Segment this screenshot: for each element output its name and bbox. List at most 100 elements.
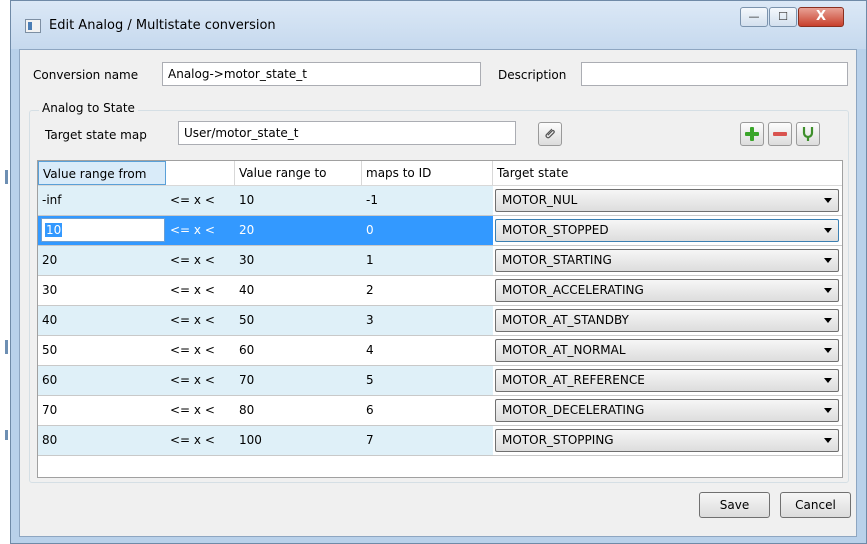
maximize-button[interactable]: ☐ [769,7,797,27]
target-state-value: MOTOR_STOPPED [502,223,609,237]
value-to-cell[interactable]: 80 [235,396,362,425]
attach-button[interactable] [538,122,562,146]
dropdown-arrow-icon [824,438,832,443]
table-header: Value range from Value range to maps to … [38,161,842,186]
tuning-fork-icon [802,127,814,141]
conversion-table: Value range from Value range to maps to … [37,160,843,478]
header-operator[interactable] [166,161,235,185]
target-state-dropdown[interactable]: MOTOR_DECELERATING [495,399,839,422]
value-from-cell[interactable]: 30 [38,276,166,305]
maps-to-id-cell[interactable]: 3 [362,306,493,335]
value-to-cell[interactable]: 60 [235,336,362,365]
paperclip-icon [545,128,555,139]
header-target-state[interactable]: Target state [493,161,842,185]
target-state-dropdown[interactable]: MOTOR_ACCELERATING [495,279,839,302]
plus-icon [745,127,759,141]
value-from-cell[interactable]: 70 [38,396,166,425]
target-state-dropdown[interactable]: MOTOR_STARTING [495,249,839,272]
table-row[interactable]: 20 <= x < 30 1 MOTOR_STARTING [38,246,842,276]
dropdown-arrow-icon [824,228,832,233]
operator-cell: <= x < [170,253,215,267]
target-state-dropdown[interactable]: MOTOR_AT_STANDBY [495,309,839,332]
title-bar[interactable]: Edit Analog / Multistate conversion — ☐ … [11,1,866,49]
value-from-cell[interactable]: 20 [38,246,166,275]
header-maps-to-id[interactable]: maps to ID [362,161,493,185]
table-row[interactable]: 70 <= x < 80 6 MOTOR_DECELERATING [38,396,842,426]
value-to-cell[interactable]: 100 [235,426,362,455]
maps-to-id-cell[interactable]: -1 [362,186,493,215]
add-row-button[interactable] [740,122,764,146]
value-to-cell[interactable]: 40 [235,276,362,305]
operator-cell: <= x < [170,193,215,207]
edit-button[interactable] [796,122,820,146]
operator-cell: <= x < [170,433,215,447]
operator-cell: <= x < [170,373,215,387]
maps-to-id-cell[interactable]: 7 [362,426,493,455]
table-row[interactable]: 60 <= x < 70 5 MOTOR_AT_REFERENCE [38,366,842,396]
value-from-cell[interactable]: 60 [38,366,166,395]
target-state-value: MOTOR_STARTING [502,253,612,267]
background-mark [5,430,8,440]
maps-to-id-cell[interactable]: 2 [362,276,493,305]
value-from-cell[interactable]: 80 [38,426,166,455]
table-row[interactable]: 10 <= x < 20 0 MOTOR_STOPPED [38,216,842,246]
value-to-cell[interactable]: 70 [235,366,362,395]
value-from-selected-text: 10 [45,223,63,237]
dialog-window: Edit Analog / Multistate conversion — ☐ … [10,0,867,544]
table-row[interactable]: 40 <= x < 50 3 MOTOR_AT_STANDBY [38,306,842,336]
target-state-value: MOTOR_AT_NORMAL [502,343,626,357]
target-state-value: MOTOR_AT_REFERENCE [502,373,645,387]
dropdown-arrow-icon [824,378,832,383]
target-state-dropdown[interactable]: MOTOR_AT_REFERENCE [495,369,839,392]
table-row[interactable]: 30 <= x < 40 2 MOTOR_ACCELERATING [38,276,842,306]
target-state-dropdown[interactable]: MOTOR_STOPPING [495,429,839,452]
value-to-cell[interactable]: 50 [235,306,362,335]
target-state-dropdown[interactable]: MOTOR_STOPPED [495,219,839,242]
dropdown-arrow-icon [824,288,832,293]
target-state-map-label: Target state map [45,128,147,142]
minus-icon [773,132,787,136]
dropdown-arrow-icon [824,348,832,353]
table-row[interactable]: -inf <= x < 10 -1 MOTOR_NUL [38,186,842,216]
background-mark [5,340,8,354]
maps-to-id-cell[interactable]: 1 [362,246,493,275]
header-value-range-from[interactable]: Value range from [38,161,166,185]
operator-cell: <= x < [170,283,215,297]
cancel-button[interactable]: Cancel [780,492,851,518]
table-row[interactable]: 80 <= x < 100 7 MOTOR_STOPPING [38,426,842,456]
dropdown-arrow-icon [824,198,832,203]
window-title: Edit Analog / Multistate conversion [49,18,276,33]
dropdown-arrow-icon [824,408,832,413]
table-row[interactable]: 50 <= x < 60 4 MOTOR_AT_NORMAL [38,336,842,366]
background-mark [5,170,8,184]
maps-to-id-cell[interactable]: 0 [362,216,493,245]
remove-row-button[interactable] [768,122,792,146]
operator-cell: <= x < [170,403,215,417]
description-input[interactable] [581,62,848,86]
conversion-name-label: Conversion name [33,68,139,82]
value-from-editor[interactable]: 10 [41,218,165,242]
value-from-cell[interactable]: -inf [38,186,166,215]
description-label: Description [498,68,567,82]
maps-to-id-cell[interactable]: 5 [362,366,493,395]
value-from-cell[interactable]: 40 [38,306,166,335]
dropdown-arrow-icon [824,318,832,323]
value-from-cell[interactable]: 50 [38,336,166,365]
maps-to-id-cell[interactable]: 6 [362,396,493,425]
header-value-range-to[interactable]: Value range to [235,161,362,185]
save-button[interactable]: Save [699,492,770,518]
value-to-cell[interactable]: 10 [235,186,362,215]
operator-cell: <= x < [170,343,215,357]
target-state-dropdown[interactable]: MOTOR_NUL [495,189,839,212]
maps-to-id-cell[interactable]: 4 [362,336,493,365]
close-button[interactable]: X [798,7,844,27]
value-to-cell[interactable]: 30 [235,246,362,275]
group-title: Analog to State [39,101,138,115]
target-state-dropdown[interactable]: MOTOR_AT_NORMAL [495,339,839,362]
value-to-cell[interactable]: 20 [235,216,362,245]
target-state-map-input[interactable]: User/motor_state_t [178,121,516,145]
target-state-value: MOTOR_STOPPING [502,433,614,447]
app-icon [25,19,41,33]
minimize-button[interactable]: — [740,7,768,27]
conversion-name-input[interactable]: Analog->motor_state_t [162,62,481,86]
